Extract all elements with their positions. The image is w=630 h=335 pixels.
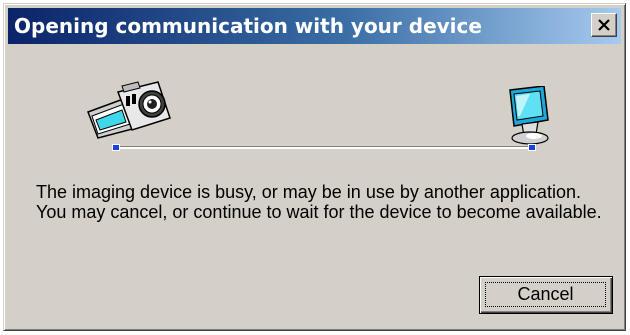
cancel-button[interactable]: Cancel	[479, 276, 613, 314]
message-text: The imaging device is busy, or may be in…	[36, 182, 602, 222]
busy-device-dialog: Opening communication with your device T…	[3, 3, 626, 331]
dialog-title: Opening communication with your device	[14, 14, 482, 38]
computer-icon	[509, 86, 549, 145]
close-icon	[598, 19, 610, 31]
destination-node	[528, 144, 536, 151]
cancel-button-label: Cancel	[485, 282, 606, 307]
camera-icon	[87, 81, 171, 139]
progress-line	[116, 146, 536, 149]
title-bar[interactable]: Opening communication with your device	[8, 8, 621, 44]
source-node	[112, 144, 120, 151]
close-button[interactable]	[591, 13, 617, 37]
transfer-animation	[4, 64, 625, 164]
